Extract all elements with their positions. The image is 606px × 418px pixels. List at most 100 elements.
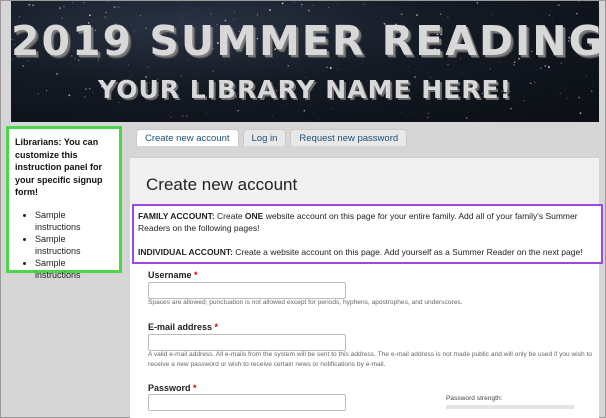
instruction-panel: Librarians: You can customize this instr…	[6, 126, 122, 280]
star	[299, 68, 300, 70]
star	[427, 112, 430, 114]
star	[281, 2, 284, 5]
email-help: A valid e-mail address. All e-mails from…	[148, 351, 593, 368]
star	[466, 117, 468, 119]
star	[281, 105, 282, 106]
star	[490, 13, 492, 15]
star	[233, 11, 236, 13]
instruction-item: Sample instructions	[35, 233, 113, 257]
page-title: Create new account	[146, 175, 298, 194]
star	[557, 4, 560, 6]
star	[576, 13, 578, 15]
star	[579, 112, 582, 114]
instruction-item: Sample instructions	[35, 257, 113, 281]
star	[331, 108, 333, 109]
star	[177, 1, 179, 2]
star	[467, 112, 468, 113]
password-input[interactable]	[148, 394, 346, 411]
star	[439, 13, 442, 15]
required-marker: *	[214, 322, 219, 332]
star	[59, 8, 61, 10]
star	[140, 14, 141, 16]
banner-subtitle: YOUR LIBRARY NAME HERE!	[98, 75, 512, 104]
star	[362, 13, 363, 15]
individual-account-text: INDIVIDUAL ACCOUNT: Create a website acc…	[138, 247, 583, 257]
star	[544, 65, 547, 67]
family-account-label: FAMILY ACCOUNT:	[138, 211, 215, 221]
star	[96, 118, 97, 119]
star	[369, 15, 371, 16]
star	[107, 1, 109, 2]
main-content: Create new account FAMILY ACCOUNT: Creat…	[130, 157, 603, 418]
star	[536, 69, 538, 71]
star	[547, 66, 550, 68]
star	[408, 66, 410, 68]
star	[426, 2, 428, 3]
star	[401, 111, 402, 113]
email-label: E-mail address *	[148, 322, 219, 332]
tab-request-password[interactable]: Request new password	[290, 129, 408, 146]
username-input[interactable]	[148, 282, 346, 299]
star	[210, 12, 212, 15]
star	[205, 112, 208, 115]
star	[586, 1, 587, 2]
star	[565, 11, 566, 13]
star	[325, 66, 328, 69]
password-strength: Password strength:	[446, 395, 574, 409]
star	[329, 67, 332, 69]
email-input[interactable]	[148, 334, 346, 351]
individual-account-label: INDIVIDUAL ACCOUNT:	[138, 247, 233, 257]
instruction-item: Sample instructions	[35, 209, 113, 233]
star	[117, 6, 120, 9]
required-marker: *	[194, 270, 198, 280]
star	[301, 6, 302, 8]
star	[271, 116, 273, 117]
username-help: Spaces are allowed; punctuation is not a…	[148, 299, 463, 306]
star	[416, 14, 418, 16]
page-frame: 2019 SUMMER READING YOUR LIBRARY NAME HE…	[0, 0, 606, 418]
star	[548, 14, 551, 16]
star	[473, 120, 475, 122]
account-type-notice: FAMILY ACCOUNT: Create ONE website accou…	[132, 204, 603, 264]
star	[336, 3, 338, 5]
star	[170, 116, 172, 118]
star	[400, 13, 403, 16]
star	[186, 115, 188, 117]
star	[389, 114, 390, 115]
star	[510, 107, 512, 110]
star	[256, 14, 259, 16]
star	[318, 70, 319, 72]
star	[476, 2, 479, 4]
star	[337, 69, 339, 70]
password-strength-label: Password strength:	[446, 395, 503, 402]
star	[147, 66, 149, 68]
star	[427, 72, 428, 73]
star	[287, 65, 289, 67]
star	[301, 3, 303, 6]
star	[363, 3, 365, 6]
star	[294, 1, 295, 3]
star	[489, 68, 491, 70]
star	[578, 1, 580, 3]
star	[105, 11, 107, 14]
account-tabs: Create new account Log in Request new pa…	[136, 129, 408, 146]
required-marker: *	[193, 383, 197, 393]
star	[427, 116, 429, 119]
star	[237, 109, 239, 112]
star	[191, 8, 193, 10]
instruction-heading: Librarians: You can customize this instr…	[15, 137, 103, 197]
star	[181, 115, 184, 117]
header-banner: 2019 SUMMER READING YOUR LIBRARY NAME HE…	[11, 1, 599, 122]
star	[113, 6, 116, 9]
instruction-list: Sample instructions Sample instructions …	[15, 209, 113, 281]
star	[22, 65, 25, 67]
star	[198, 111, 200, 113]
star	[408, 113, 410, 114]
tab-create-account[interactable]: Create new account	[136, 129, 239, 146]
tab-log-in[interactable]: Log in	[242, 129, 287, 146]
star	[32, 4, 35, 7]
star	[328, 6, 330, 8]
username-label: Username *	[148, 270, 198, 280]
star	[59, 7, 61, 9]
star	[83, 1, 85, 4]
